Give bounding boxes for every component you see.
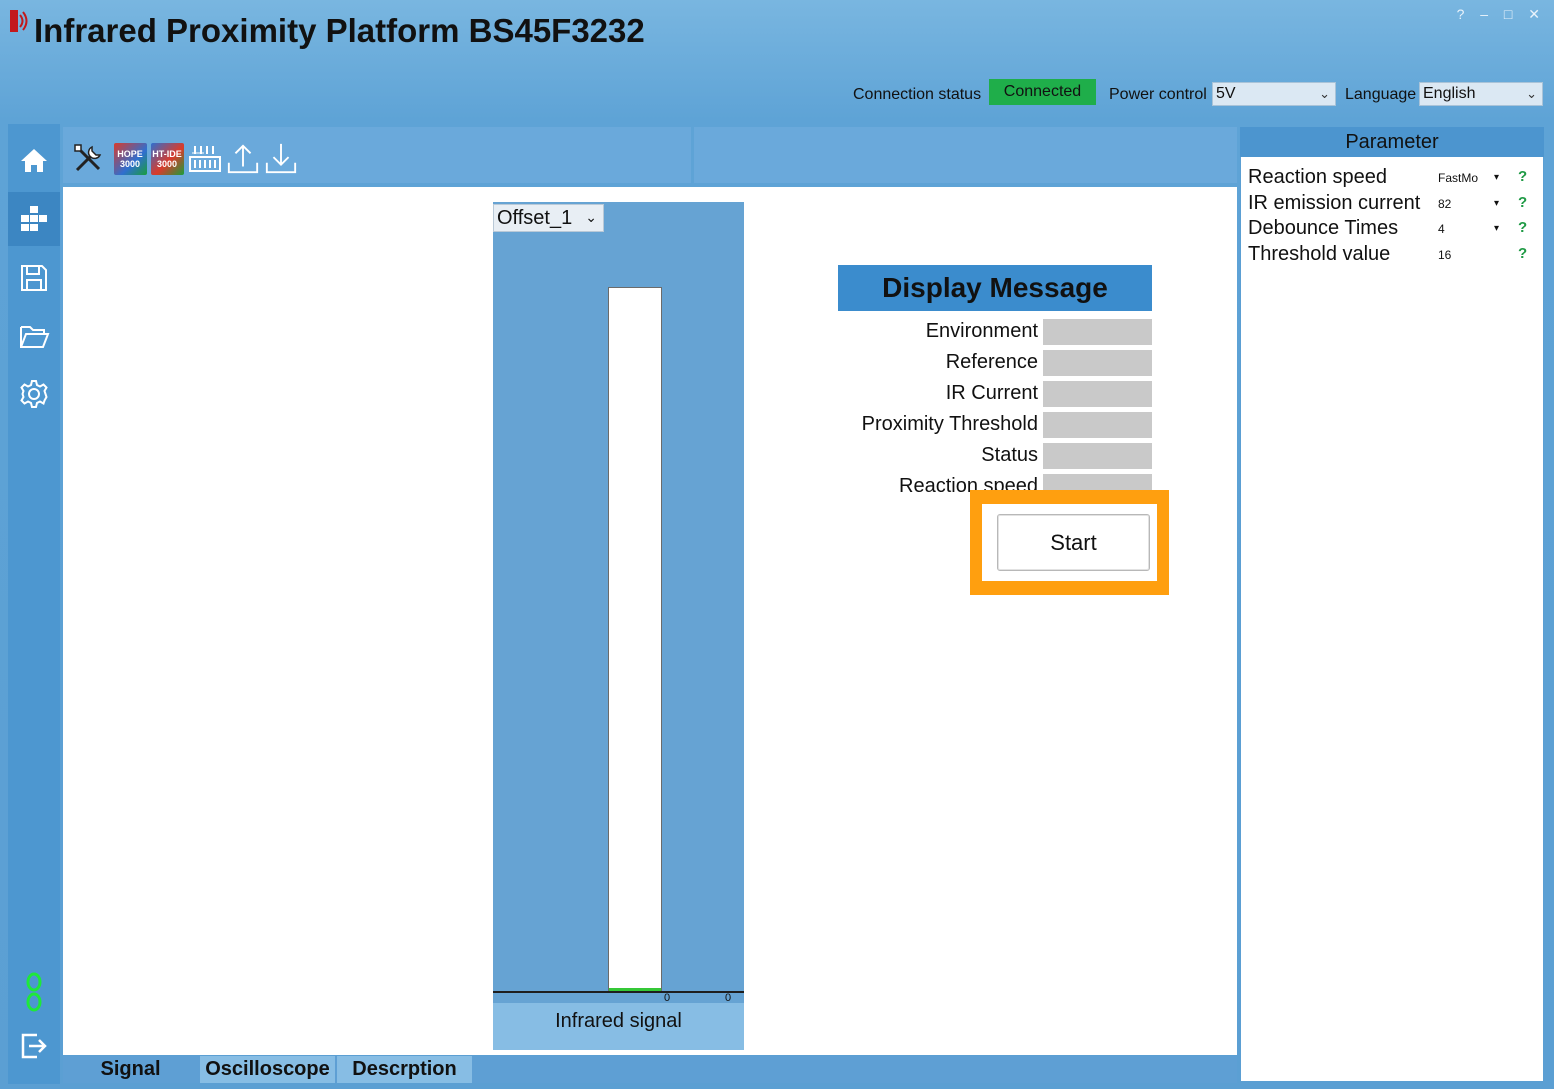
app-model-text: BS45F3232 [468, 12, 645, 49]
chevron-down-icon: ⌄ [585, 209, 597, 225]
programmer-button[interactable] [188, 140, 222, 178]
save-icon [21, 265, 47, 291]
app-logo-icon [10, 10, 28, 32]
parameter-value[interactable]: 4 [1438, 222, 1445, 236]
language-label: Language [1345, 86, 1417, 103]
help-icon[interactable]: ? [1518, 194, 1527, 211]
signal-bar [608, 287, 662, 991]
parameter-label: Reaction speed [1248, 166, 1387, 188]
parameter-label: IR emission current [1248, 192, 1421, 214]
display-message-label: Environment [925, 320, 1038, 342]
nav-exit[interactable] [8, 1019, 60, 1073]
parameter-panel [1240, 127, 1544, 1082]
display-message-value [1043, 412, 1152, 438]
exit-icon [21, 1033, 47, 1059]
tools-button[interactable] [71, 140, 105, 178]
nav-save[interactable] [8, 251, 60, 305]
nav-modules[interactable] [8, 192, 60, 246]
chevron-down-icon: ⌄ [1319, 86, 1330, 101]
hope3000-version: 3000 [119, 159, 141, 169]
app-title: Infrared Proximity Platform BS45F3232 [34, 12, 645, 50]
toolbar-secondary [694, 127, 1237, 183]
chevron-down-icon[interactable]: ▾ [1494, 172, 1499, 183]
window-controls[interactable]: ? – □ ✕ [1457, 6, 1546, 23]
home-icon [21, 149, 47, 172]
parameter-value[interactable]: FastMo [1438, 171, 1478, 185]
chevron-down-icon[interactable]: ▾ [1494, 223, 1499, 234]
htide3000-button[interactable]: HT-IDE 3000 [150, 140, 184, 178]
display-message-label: Reference [945, 351, 1038, 373]
modules-icon [21, 206, 47, 231]
hope3000-icon: HOPE 3000 [113, 143, 147, 175]
power-control-label: Power control [1109, 86, 1207, 103]
app-title-text: Infrared Proximity Platform [34, 12, 460, 49]
folder-open-icon [20, 326, 50, 348]
language-select[interactable]: English ⌄ [1419, 82, 1543, 106]
power-control-select[interactable]: 5V ⌄ [1212, 82, 1336, 106]
download-icon [265, 143, 297, 174]
nav-settings[interactable] [8, 367, 60, 421]
htide3000-label: HT-IDE [152, 149, 182, 159]
chevron-down-icon: ⌄ [1526, 86, 1537, 101]
nav-home[interactable] [8, 133, 60, 187]
chart-axis [493, 991, 744, 993]
gear-icon [20, 380, 48, 408]
programmer-icon [189, 146, 221, 172]
parameter-label: Threshold value [1248, 243, 1391, 265]
display-message-value [1043, 319, 1152, 345]
tools-icon [74, 144, 102, 172]
nav-open[interactable] [8, 309, 60, 363]
connection-status-label: Connection status [853, 86, 982, 103]
parameter-value[interactable]: 16 [1438, 248, 1451, 262]
display-message-label: IR Current [945, 382, 1038, 404]
parameter-title: Parameter [1240, 127, 1544, 157]
tab-oscilloscope[interactable]: Oscilloscope [200, 1056, 335, 1083]
chevron-down-icon[interactable]: ▾ [1494, 198, 1499, 209]
hope3000-button[interactable]: HOPE 3000 [113, 140, 147, 178]
display-message-value [1043, 350, 1152, 376]
display-message-label: Status [981, 444, 1038, 466]
display-message-value [1043, 443, 1152, 469]
tab-description[interactable]: Descrption [337, 1056, 472, 1083]
download-button[interactable] [264, 140, 298, 178]
htide3000-icon: HT-IDE 3000 [150, 143, 184, 175]
parameter-value[interactable]: 82 [1438, 197, 1451, 211]
display-message-title: Display Message [838, 265, 1152, 311]
htide3000-version: 3000 [156, 159, 178, 169]
offset-select-value: Offset_1 [497, 206, 573, 229]
tab-signal[interactable]: Signal [63, 1056, 198, 1083]
help-icon[interactable]: ? [1518, 245, 1527, 262]
hope3000-label: HOPE [117, 149, 143, 159]
upload-button[interactable] [226, 140, 260, 178]
help-icon[interactable]: ? [1518, 219, 1527, 236]
chart-caption: Infrared signal [555, 1010, 682, 1032]
language-value: English [1423, 85, 1476, 102]
help-icon[interactable]: ? [1518, 168, 1527, 185]
start-button[interactable]: Start [997, 514, 1150, 571]
link-icon [26, 972, 42, 1012]
upload-icon [227, 144, 259, 174]
connection-status-badge: Connected [989, 79, 1096, 105]
display-message-label: Proximity Threshold [861, 413, 1038, 435]
nav-link-status[interactable] [8, 965, 60, 1019]
power-control-value: 5V [1216, 85, 1236, 102]
offset-select[interactable]: Offset_1 ⌄ [493, 204, 604, 232]
display-message-value [1043, 381, 1152, 407]
parameter-label: Debounce Times [1248, 217, 1399, 239]
